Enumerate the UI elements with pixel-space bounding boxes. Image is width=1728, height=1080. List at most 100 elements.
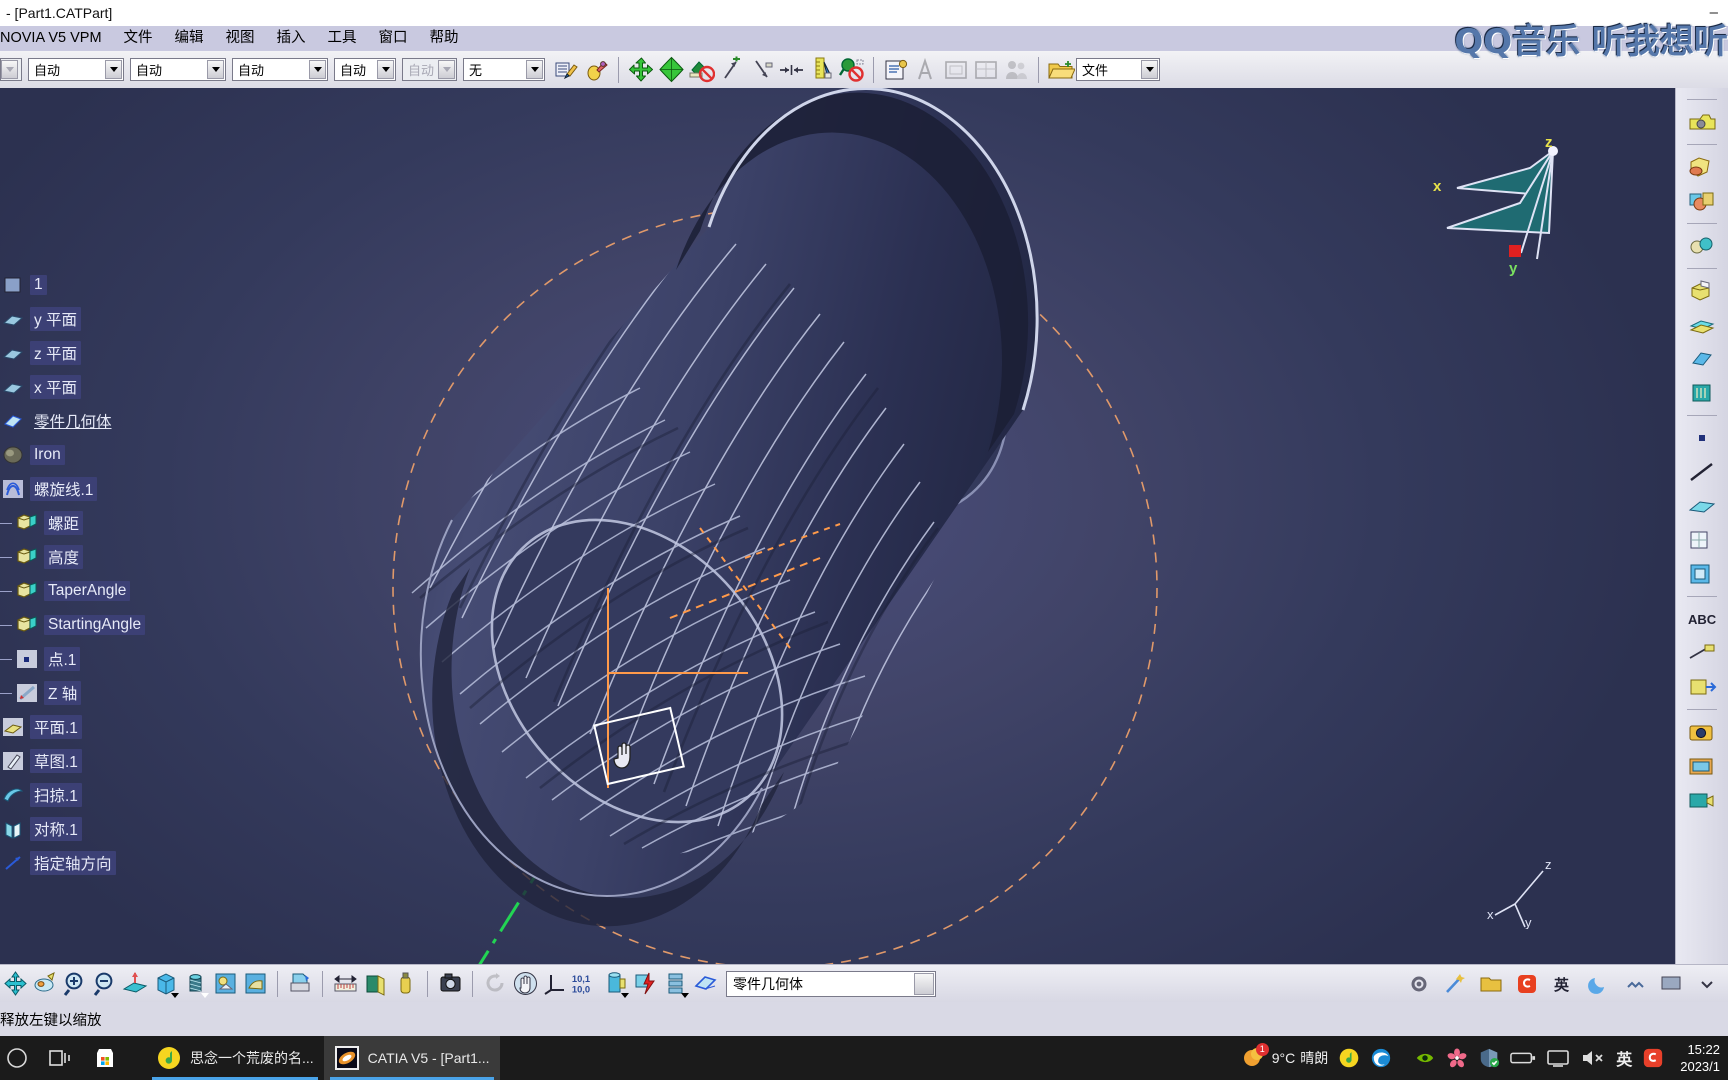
edge-icon[interactable]: [1370, 1047, 1392, 1069]
body-combo[interactable]: 零件几何体: [726, 970, 936, 997]
tree-node[interactable]: y 平面: [0, 302, 260, 336]
3d-viewport[interactable]: 1 y 平面 z 平面 x 平面 零件几何体 Iron 螺旋线.1 螺距 高度 TaperAngl…: [0, 88, 1675, 964]
point-tool-icon[interactable]: [1682, 421, 1722, 455]
menu-item-file[interactable]: 文件: [113, 26, 164, 51]
tree-node[interactable]: Iron: [0, 438, 260, 472]
shading-icon[interactable]: [180, 969, 210, 999]
chevron-down-icon[interactable]: [171, 992, 179, 998]
defender-icon[interactable]: [1478, 1047, 1500, 1069]
shading-edges-icon[interactable]: [210, 969, 240, 999]
combo-auto-2[interactable]: 自动: [130, 58, 226, 81]
note-icon[interactable]: [881, 55, 911, 85]
moon-icon[interactable]: [1584, 969, 1614, 999]
layers-icon[interactable]: [660, 969, 690, 999]
tree-node[interactable]: 对称.1: [0, 812, 260, 846]
tree-node[interactable]: 螺距: [0, 506, 260, 540]
microsoft-store-icon[interactable]: [82, 1036, 128, 1080]
compress-icon[interactable]: [776, 55, 806, 85]
zoom-out-icon[interactable]: [90, 969, 120, 999]
measure-between-icon[interactable]: [330, 969, 360, 999]
measure-item-icon[interactable]: [1682, 229, 1722, 263]
specification-tree[interactable]: 1 y 平面 z 平面 x 平面 零件几何体 Iron 螺旋线.1 螺距 高度 TaperAngl…: [0, 88, 260, 880]
chevron-down-icon[interactable]: [309, 60, 326, 79]
line-tool-icon[interactable]: [1682, 455, 1722, 489]
paint-brush-icon[interactable]: [551, 55, 581, 85]
text-abc-icon[interactable]: ABC: [1682, 602, 1722, 636]
shading-material-icon[interactable]: [240, 969, 270, 999]
wand-icon[interactable]: [1440, 969, 1470, 999]
multi-sections-icon[interactable]: [1682, 308, 1722, 342]
annotation-icon[interactable]: [1682, 636, 1722, 670]
catalog-icon[interactable]: [435, 969, 465, 999]
window-tool-icon[interactable]: [1682, 557, 1722, 591]
hand-icon[interactable]: [510, 969, 540, 999]
file-combo[interactable]: 文件: [1076, 58, 1160, 81]
arrow-up-icon[interactable]: [716, 55, 746, 85]
sketch-tool-icon[interactable]: [1682, 523, 1722, 557]
ime-language-indicator[interactable]: 英: [1616, 1046, 1632, 1070]
arrow-down-icon[interactable]: [746, 55, 776, 85]
sogou-tray-icon[interactable]: [1642, 1047, 1664, 1069]
weather-widget[interactable]: 1 9°C 晴朗: [1241, 1042, 1328, 1073]
gear-icon[interactable]: [1404, 969, 1434, 999]
tree-node[interactable]: 平面.1: [0, 710, 260, 744]
tree-node[interactable]: x 平面: [0, 370, 260, 404]
tree-node[interactable]: TaperAngle: [0, 574, 260, 608]
ruler-icon[interactable]: [806, 55, 836, 85]
nvidia-icon[interactable]: [1414, 1048, 1436, 1068]
pocket-icon[interactable]: [1682, 376, 1722, 410]
album-icon[interactable]: [1682, 749, 1722, 783]
taskbar-item-catia[interactable]: CATIA V5 - [Part1...: [323, 1036, 500, 1080]
tree-node[interactable]: 扫掠.1: [0, 778, 260, 812]
tree-node[interactable]: StartingAngle: [0, 608, 260, 642]
chevron-down-icon[interactable]: [377, 60, 394, 79]
chevron-down-icon[interactable]: [681, 992, 689, 998]
monitor-icon[interactable]: [1656, 969, 1686, 999]
chevron-down-icon[interactable]: [621, 992, 629, 998]
combo-auto-4[interactable]: 自动: [334, 58, 396, 81]
chevrons-icon[interactable]: [1620, 969, 1650, 999]
open-folder-icon[interactable]: [1046, 55, 1076, 85]
apply-material-icon[interactable]: [1682, 184, 1722, 218]
menu-item-edit[interactable]: 编辑: [164, 26, 215, 51]
chevron-down-icon[interactable]: [105, 60, 122, 79]
plane-tool-icon[interactable]: [1682, 489, 1722, 523]
tree-node[interactable]: 点.1: [0, 642, 260, 676]
export-icon[interactable]: [1682, 670, 1722, 704]
tree-node[interactable]: z 平面: [0, 336, 260, 370]
chevron-down-icon[interactable]: [526, 60, 543, 79]
magnifier-off-icon[interactable]: [836, 55, 866, 85]
fit-all-icon[interactable]: [0, 969, 30, 999]
tree-node[interactable]: 零件几何体: [0, 404, 260, 438]
menu-item-window[interactable]: 窗口: [368, 26, 419, 51]
render-shading-icon[interactable]: [1682, 150, 1722, 184]
chevron-down-icon[interactable]: [207, 60, 224, 79]
tree-node[interactable]: 高度: [0, 540, 260, 574]
numbers-icon[interactable]: 10,1 10,0: [570, 969, 600, 999]
combo-leading[interactable]: [0, 58, 22, 81]
rotate-icon[interactable]: [656, 55, 686, 85]
translate-icon[interactable]: [626, 55, 656, 85]
tree-node[interactable]: 螺旋线.1: [0, 472, 260, 506]
zoom-in-icon[interactable]: [60, 969, 90, 999]
battery-icon[interactable]: [1510, 1049, 1536, 1067]
ime-indicator[interactable]: 英: [1548, 969, 1578, 999]
taskbar-item-qq-music[interactable]: 思念一个荒废的名...: [146, 1036, 324, 1080]
measure-inertia-icon[interactable]: [390, 969, 420, 999]
network-icon[interactable]: [1546, 1048, 1570, 1068]
lightning-icon[interactable]: [630, 969, 660, 999]
paint-drop-icon[interactable]: [581, 55, 611, 85]
menu-item-tools[interactable]: 工具: [317, 26, 368, 51]
menu-item-view[interactable]: 视图: [215, 26, 266, 51]
tree-node[interactable]: 指定轴方向: [0, 846, 260, 880]
video-icon[interactable]: [1682, 783, 1722, 817]
chevron-down-icon[interactable]: [201, 992, 209, 998]
volume-mute-icon[interactable]: [1580, 1048, 1606, 1068]
combo-auto-3[interactable]: 自动: [232, 58, 328, 81]
qq-music-tray-icon[interactable]: [1338, 1047, 1360, 1069]
folder-tray-icon[interactable]: [1476, 969, 1506, 999]
tree-node[interactable]: 1: [0, 268, 260, 302]
print-area-icon[interactable]: [285, 969, 315, 999]
search-circle-icon[interactable]: [0, 1036, 38, 1080]
pan-icon[interactable]: [30, 969, 60, 999]
